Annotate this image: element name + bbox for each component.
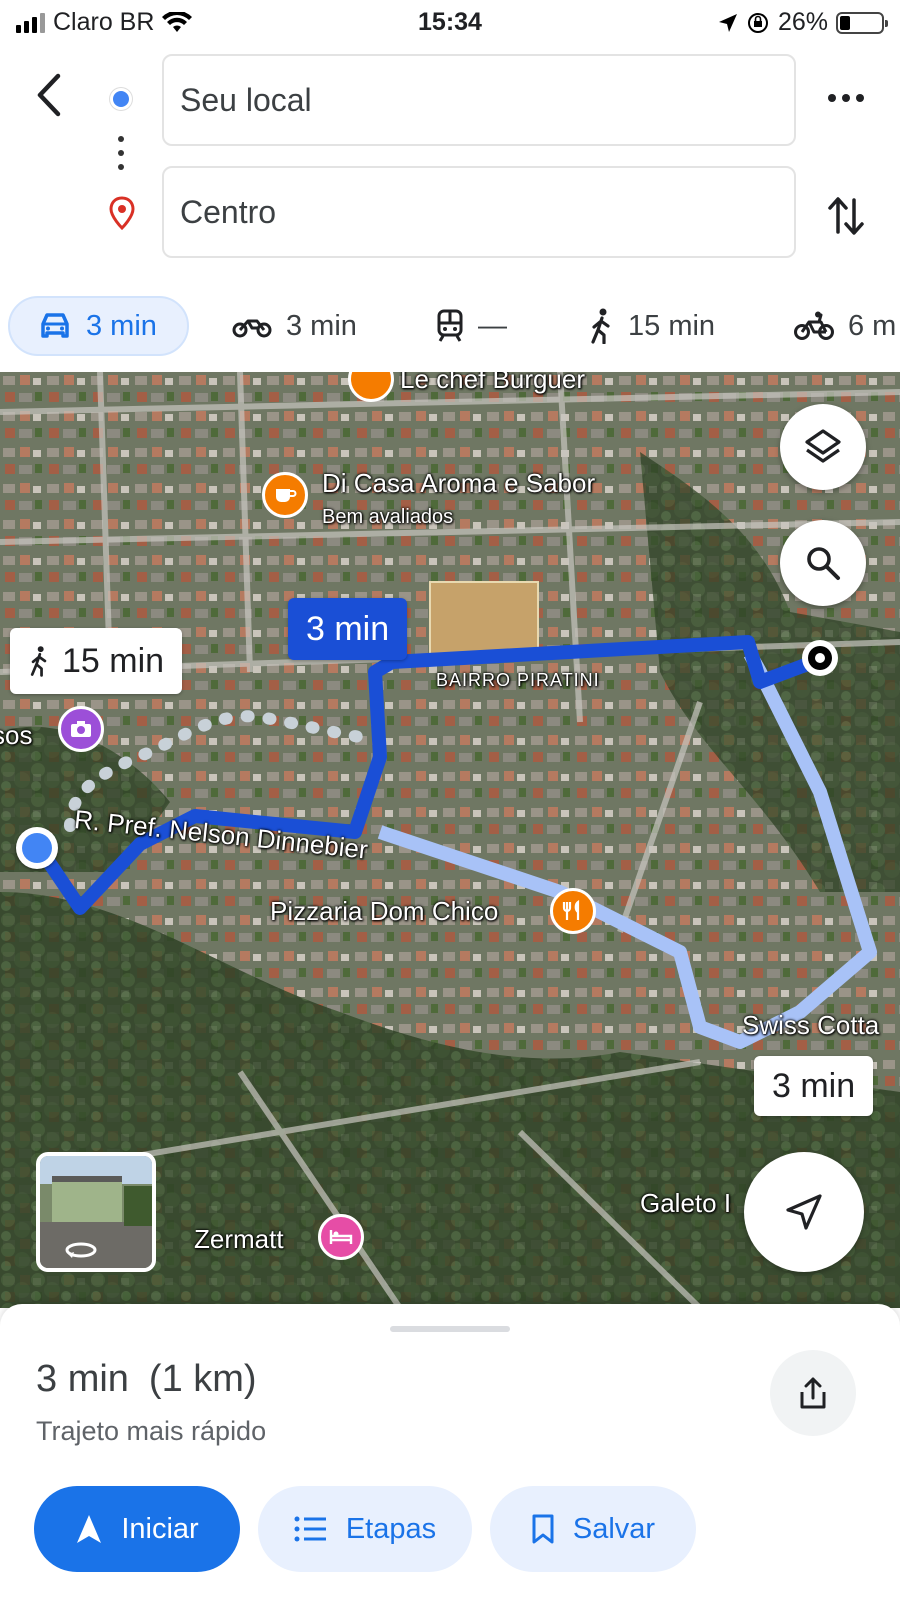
poi-pizza-label[interactable]: Pizzaria Dom Chico [270,896,498,927]
layers-icon [805,429,841,463]
battery-fill [840,15,851,30]
origin-field[interactable]: Seu local [162,54,796,146]
tab-car[interactable]: 3 min [8,296,189,356]
neighborhood-label: BAIRRO PIRATINI [436,670,600,690]
layers-button[interactable] [780,404,866,490]
current-location-marker [16,827,58,869]
sheet-drag-handle[interactable] [390,1326,510,1332]
tab-bike-label: 6 m [848,309,897,342]
tab-walk-label: 15 min [628,309,716,342]
hotel-poi-icon[interactable] [318,1214,364,1260]
walk-icon [591,308,610,344]
recenter-button[interactable] [744,1152,864,1272]
steps-button[interactable]: Etapas [258,1486,472,1572]
alt-route-text: 3 min [772,1066,856,1105]
motorcycle-icon [232,319,272,338]
tab-transit[interactable]: — [436,296,507,356]
walk-icon-small [30,646,47,677]
back-arrow-icon[interactable] [30,70,70,120]
alt-route-bubble[interactable]: 3 min [754,1056,874,1116]
map-view[interactable]: Le chef Burguer Di Casa Aroma e Sabor Be… [0,372,900,1308]
navigation-start-icon [77,1515,102,1543]
route-dots-icon [118,136,124,172]
steps-label: Etapas [345,1512,437,1545]
restaurant-poi-icon-2[interactable] [550,888,596,934]
bike-icon [794,311,834,340]
tab-motorcycle[interactable]: 3 min [232,296,357,356]
destination-marker [802,640,838,676]
route-subtitle: Trajeto mais rápido [36,1416,267,1446]
street-view-thumbnail[interactable] [36,1152,156,1272]
battery-icon [836,11,888,34]
bookmark-icon [532,1514,554,1544]
more-options-icon[interactable] [822,78,870,118]
search-icon [807,547,840,580]
origin-dot-icon [110,88,132,110]
search-along-route-button[interactable] [780,520,866,606]
route-summary: 3 min (1 km) [36,1358,257,1401]
tab-car-label: 3 min [86,309,157,342]
battery-percent: 26% [777,8,828,36]
poi-partial-label[interactable]: sos [0,720,32,751]
destination-pin-icon [109,196,135,230]
status-bar: Claro BR 15:34 26% [0,0,900,46]
route-duration: 3 min [36,1358,129,1400]
save-button[interactable]: Salvar [490,1486,696,1572]
walk-time-bubble[interactable]: 15 min [10,628,183,694]
swap-icon[interactable] [822,190,870,242]
status-right: 26% [718,8,888,37]
poi-hotel-label[interactable]: Zermatt [194,1224,284,1255]
poi-galeto-label[interactable]: Galeto I [640,1188,731,1219]
tab-bike[interactable]: 6 m [794,296,896,356]
rotate-360-icon [65,1242,97,1258]
save-label: Salvar [572,1512,656,1545]
cafe-poi-icon[interactable] [262,472,308,518]
location-arrow-icon [718,13,737,32]
tab-transit-label: — [478,309,507,342]
poi-cafe-note: Bem avaliados [322,506,454,528]
transit-icon [437,309,463,342]
route-distance: (1 km) [148,1358,257,1400]
list-icon [294,1516,326,1542]
start-button[interactable]: Iniciar [34,1486,240,1572]
route-summary-sheet: 3 min (1 km) Trajeto mais rápido Iniciar… [0,1304,900,1600]
destination-field[interactable]: Centro [162,166,796,258]
walk-time-text: 15 min [62,641,165,680]
poi-burger-label[interactable]: Le chef Burguer [400,372,585,395]
poi-swiss-label[interactable]: Swiss Cotta [742,1010,879,1041]
route-time-text: 3 min [306,609,390,648]
share-icon [800,1377,826,1409]
tab-walk[interactable]: 15 min [588,296,715,356]
rotation-lock-icon [747,12,768,33]
poi-cafe-label[interactable]: Di Casa Aroma e Sabor [322,468,595,499]
navigation-arrow-icon [786,1194,822,1230]
share-button[interactable] [770,1350,856,1436]
photo-poi-icon[interactable] [58,706,104,752]
tab-motorcycle-label: 3 min [286,309,357,342]
start-label: Iniciar [121,1512,199,1545]
travel-mode-tabs: 3 min 3 min — 15 min 6 m [0,296,900,358]
route-time-bubble[interactable]: 3 min [288,598,408,660]
car-icon [41,313,69,338]
